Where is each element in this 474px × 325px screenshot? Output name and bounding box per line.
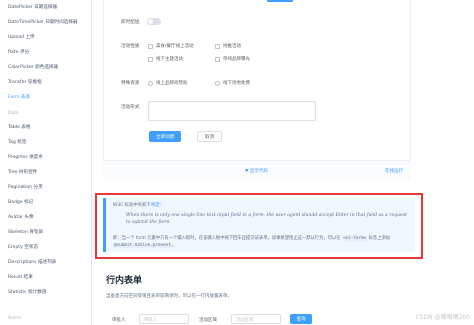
spec-link[interactable]: 规定 <box>151 203 160 208</box>
radio-circle <box>148 80 153 86</box>
sidebar-item[interactable]: Statistic 统计数值 <box>8 289 46 295</box>
code-toggle-bar[interactable]: ▼ 显示代码 在线运行 <box>103 160 411 180</box>
special-resource-label: 特殊资源 <box>121 81 140 86</box>
checkbox-label: 美食/餐厅线上活动 <box>156 44 194 49</box>
delivery-switch[interactable] <box>147 18 161 25</box>
checkbox-box <box>148 43 153 49</box>
code-submit-prevent: @submit.native.prevent <box>113 243 172 248</box>
sidebar-item[interactable]: Descriptions 描述列表 <box>8 259 56 265</box>
sidebar-item[interactable]: Form 表单 <box>8 94 30 100</box>
create-button[interactable]: 立即创建 <box>149 131 182 142</box>
tip-intro-prefix: W3C 标准中有如下 <box>113 203 151 208</box>
checkbox-type-3[interactable]: 线下主题活动 <box>148 56 183 62</box>
approver-input[interactable]: 审批人 <box>139 314 189 324</box>
tip-intro: W3C 标准中有如下规定： <box>113 202 164 208</box>
checkbox-box <box>148 56 153 62</box>
highlighted-tip-box: W3C 标准中有如下规定： When there is only one sin… <box>95 193 423 259</box>
checkbox-label: 地推活动 <box>223 44 241 49</box>
sidebar-item[interactable]: Upload 上传 <box>8 34 35 40</box>
sidebar: DatePicker 日期选择器 DateTimePicker 日期时间选择器 Up… <box>0 0 92 325</box>
checkbox-type-2[interactable]: 地推活动 <box>215 43 241 49</box>
radio-resource-1[interactable]: 线上品牌商赞助 <box>148 80 188 86</box>
sidebar-group-data: Data <box>8 111 19 116</box>
sidebar-item[interactable]: Avatar 头像 <box>8 214 34 220</box>
tip-intro-suffix: ： <box>159 203 165 208</box>
sidebar-item[interactable]: Empty 空状态 <box>8 244 38 250</box>
sidebar-item[interactable]: Tag 标签 <box>8 139 26 145</box>
sidebar-item[interactable]: Skeleton 骨架屏 <box>8 229 43 235</box>
tip-block: W3C 标准中有如下规定： When there is only one sin… <box>103 198 415 252</box>
tip-explanation-prefix: 即：当一个 form 元素中只有一个输入框时，在该输入框中按下回车应提交该表单。… <box>113 236 341 241</box>
activity-type-label: 活动性质 <box>121 44 140 49</box>
cancel-button[interactable]: 取消 <box>197 131 223 142</box>
checkbox-type-1[interactable]: 美食/餐厅线上活动 <box>148 43 194 49</box>
main-content: 即时配送 活动性质 美食/餐厅线上活动 地推活动 线下主题活动 单纯品牌曝光 特… <box>92 0 474 325</box>
activity-form-label: 活动形式 <box>121 105 140 110</box>
sidebar-item[interactable]: Transfer 穿梭框 <box>8 79 42 85</box>
sidebar-item[interactable]: Progress 进度条 <box>8 154 43 160</box>
checkbox-label: 单纯品牌曝光 <box>223 57 250 62</box>
inline-form-description: 当垂直方向空间受限且表单较简单时，可以在一行内放置表单。 <box>106 294 232 299</box>
sidebar-item[interactable]: Rate 评分 <box>8 49 29 55</box>
sidebar-item[interactable]: Table 表格 <box>8 124 31 130</box>
tip-explanation: 即：当一个 form 元素中只有一个输入框时，在该输入框中按下回车应提交该表单。… <box>113 235 407 249</box>
sidebar-group-notice: Notice <box>8 316 22 321</box>
online-run-link[interactable]: 在线运行 <box>385 168 403 174</box>
sidebar-item[interactable]: Tree 树形控件 <box>8 169 37 175</box>
sidebar-item[interactable]: DatePicker 日期选择器 <box>8 4 57 10</box>
inline-form-row: 审批人 审批人 活动区域 活动区域 查询 <box>106 314 426 325</box>
sidebar-item[interactable]: Badge 标记 <box>8 199 33 205</box>
tip-explanation-mid: 标签上添加 <box>368 236 391 241</box>
sidebar-item[interactable]: ColorPicker 颜色选择器 <box>8 64 58 70</box>
radio-circle <box>215 80 220 86</box>
query-button[interactable]: 查询 <box>290 314 312 324</box>
delivery-label: 即时配送 <box>121 20 140 25</box>
watermark: CSDN @嘀嘀嘀200 <box>415 314 470 321</box>
region-select[interactable]: 活动区域 <box>231 314 281 324</box>
radio-label: 线下场地免费 <box>223 81 250 86</box>
radio-label: 线上品牌商赞助 <box>156 81 188 86</box>
spec-quote: When there is only one single-line text … <box>126 213 407 225</box>
sidebar-item[interactable]: Result 结果 <box>8 274 33 280</box>
checkbox-type-4[interactable]: 单纯品牌曝光 <box>215 56 250 62</box>
checkbox-box <box>215 43 220 49</box>
show-code-toggle[interactable]: ▼ 显示代码 <box>245 168 268 174</box>
activity-form-textarea[interactable] <box>148 101 316 121</box>
code-el-form: <el-form> <box>341 236 368 241</box>
radio-resource-2[interactable]: 线下场地免费 <box>215 80 250 86</box>
sidebar-item[interactable]: Pagination 分页 <box>8 184 43 190</box>
tip-explanation-suffix: 。 <box>171 243 177 248</box>
inline-form-title: 行内表单 <box>106 276 143 286</box>
checkbox-box <box>215 56 220 62</box>
region-label: 活动区域 <box>199 318 217 323</box>
approver-label: 审批人 <box>112 318 126 323</box>
checkbox-label: 线下主题活动 <box>156 57 183 62</box>
sidebar-item[interactable]: DateTimePicker 日期时间选择器 <box>8 19 78 25</box>
form-demo-block: 即时配送 活动性质 美食/餐厅线上活动 地推活动 线下主题活动 单纯品牌曝光 特… <box>103 0 411 180</box>
